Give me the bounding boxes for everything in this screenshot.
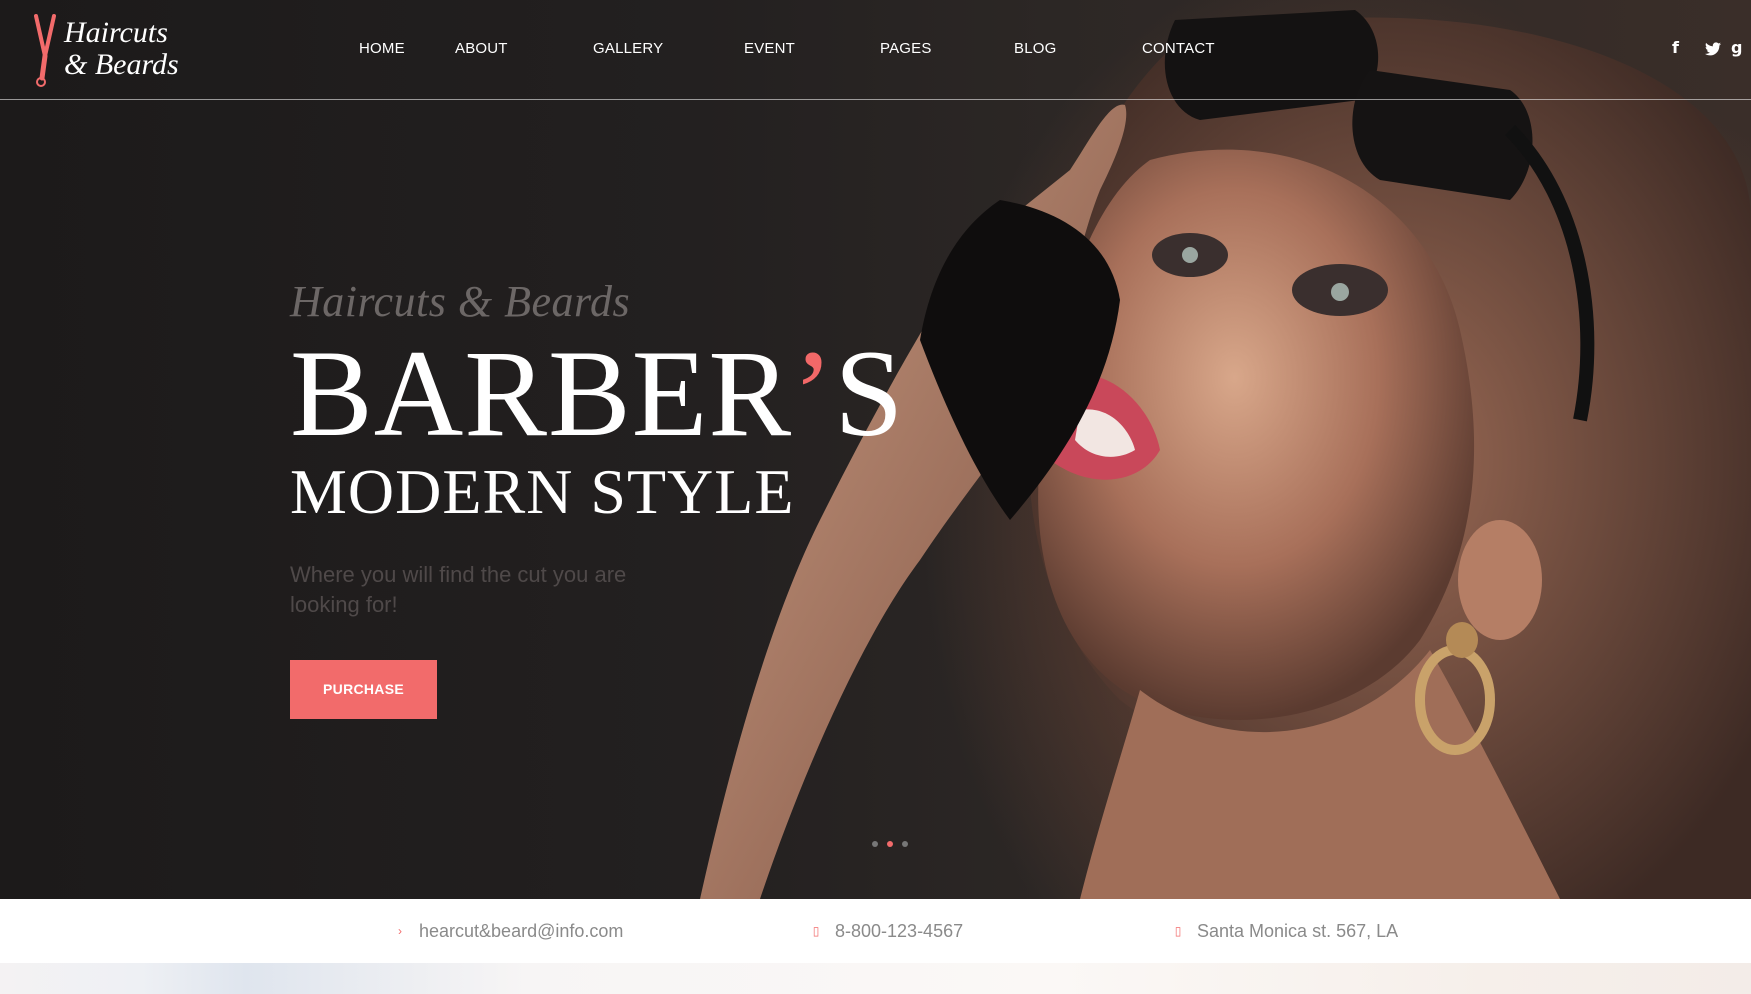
nav-gallery[interactable]: GALLERY (593, 34, 744, 64)
slider-dot-2[interactable] (887, 841, 893, 847)
slider-dot-1[interactable] (872, 841, 878, 847)
nav-pages[interactable]: PAGES (880, 34, 1014, 64)
hero-title-main: BARBER (290, 325, 793, 462)
social-links: f g (1657, 36, 1751, 60)
contact-address-text: Santa Monica st. 567, LA (1197, 920, 1399, 941)
nav-about[interactable]: ABOUT (455, 34, 593, 64)
hero-subtitle: MODERN STYLE (290, 456, 795, 527)
contact-address: ▯ Santa Monica st. 567, LA (1173, 899, 1398, 963)
hero-script-title: Haircuts & Beards (290, 277, 631, 326)
nav-home[interactable]: HOME (322, 34, 455, 64)
contact-email-text: hearcut&beard@info.com (419, 920, 624, 941)
nav-blog[interactable]: BLOG (1014, 34, 1142, 64)
hero-title-apostrophe: ’ (792, 325, 835, 462)
slider-dot-3[interactable] (902, 841, 908, 847)
location-icon: ▯ (1174, 924, 1182, 938)
scissors-icon: › (398, 924, 402, 938)
contact-bar: › hearcut&beard@info.com ▯ 8-800-123-456… (0, 899, 1751, 963)
hero-title-end: S (834, 325, 905, 462)
hero-slider: Haircuts & Beards HOME ABOUT GALLERY EVE… (0, 0, 1751, 899)
logo-line2: & Beards (64, 48, 179, 81)
google-plus-icon[interactable]: g (1731, 36, 1751, 60)
scissors-logo-icon (34, 14, 56, 87)
logo-text: Haircuts & Beards (64, 17, 179, 81)
hero-tagline: Where you will find the cut you are look… (290, 562, 627, 617)
hero-title: BARBER’S (290, 332, 904, 456)
slider-dots (872, 841, 908, 847)
phone-icon: ▯ (812, 924, 820, 938)
site-header: Haircuts & Beards HOME ABOUT GALLERY EVE… (0, 0, 1751, 100)
contact-phone-text: 8-800-123-4567 (835, 920, 964, 941)
hero-copy: Haircuts & Beards BARBER’S MODERN STYLE … (290, 275, 904, 719)
nav-contact[interactable]: CONTACT (1142, 34, 1232, 64)
purchase-button[interactable]: PURCHASE (290, 660, 437, 719)
contact-email[interactable]: › hearcut&beard@info.com (395, 899, 623, 963)
site-logo[interactable]: Haircuts & Beards (30, 10, 190, 90)
nav-event[interactable]: EVENT (744, 34, 880, 64)
logo-line1: Haircuts (64, 16, 168, 49)
next-section-preview (0, 963, 1751, 994)
twitter-icon[interactable] (1694, 36, 1731, 60)
main-nav: HOME ABOUT GALLERY EVENT PAGES BLOG CONT… (322, 34, 1232, 64)
contact-phone[interactable]: ▯ 8-800-123-4567 (811, 899, 963, 963)
facebook-icon[interactable]: f (1657, 36, 1694, 60)
